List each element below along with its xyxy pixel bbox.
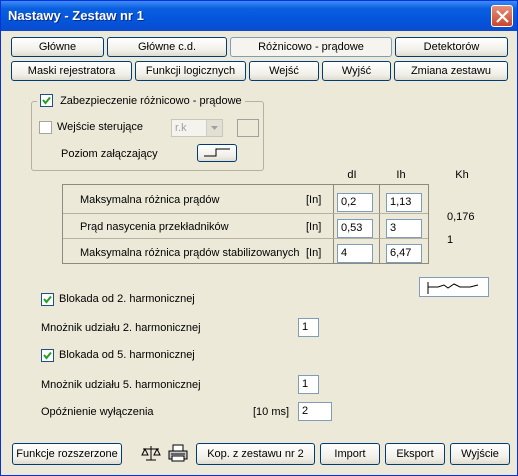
kh-value: 0,176 (447, 211, 475, 223)
h5-block-label: Blokada od 5. harmonicznej (59, 349, 195, 361)
activation-level-button[interactable] (197, 144, 237, 162)
table-divider (333, 184, 334, 264)
ih-input[interactable]: 1,13 (386, 193, 422, 212)
close-icon (496, 10, 509, 23)
param-label: Prąd nasycenia przekładników (80, 221, 229, 233)
row-separator (63, 238, 428, 239)
printer-icon (168, 444, 188, 462)
tab-maski-rejestratora[interactable]: Maski rejestratora (11, 61, 132, 81)
h2-block-label: Blokada od 2. harmonicznej (59, 293, 195, 305)
ih-input[interactable]: 3 (386, 219, 422, 238)
control-input-indicator (237, 119, 259, 137)
row-separator (63, 213, 428, 214)
characteristic-icon (427, 282, 479, 294)
tab-wyjsc[interactable]: Wyjść (322, 61, 391, 81)
param-label: Maksymalna różnica prądów stabilizowanyc… (80, 247, 300, 259)
ih-input[interactable]: 6,47 (386, 244, 422, 263)
tab-funkcji-logicznych[interactable]: Funkcji logicznych (135, 61, 246, 81)
h2-block-checkbox[interactable] (41, 293, 54, 306)
tab-zmiana-zestawu[interactable]: Zmiana zestawu (394, 61, 508, 81)
tab-roznicowo-pradowe[interactable]: Różnicowo - prądowe (230, 37, 392, 57)
header-kh: Kh (455, 169, 469, 181)
h5-multiplier-label: Mnożnik udziału 5. harmonicznej (41, 379, 201, 391)
settings-window: Nastawy - Zestaw nr 1 Główne Główne c.d.… (0, 0, 518, 476)
param-unit: [In] (306, 247, 322, 259)
title-bar[interactable]: Nastawy - Zestaw nr 1 (1, 1, 517, 31)
trip-delay-unit: [10 ms] (253, 406, 290, 418)
trip-delay-input[interactable]: 2 (298, 402, 332, 421)
scales-icon (141, 446, 161, 461)
control-input-value: r.k (175, 122, 187, 134)
di-input[interactable]: 4 (337, 244, 373, 263)
h5-multiplier-input[interactable]: 1 (298, 375, 319, 394)
close-button[interactable] (491, 5, 513, 27)
header-di: dI (347, 169, 357, 181)
characteristic-graph[interactable] (419, 277, 489, 297)
tab-wejsc[interactable]: Wejść (249, 61, 319, 81)
extended-functions-button[interactable]: Funkcje rozszerzone (12, 443, 122, 465)
param-unit: [In] (306, 194, 322, 206)
h2-multiplier-label: Mnożnik udziału 2. harmonicznej (41, 322, 201, 334)
balance-button[interactable] (141, 444, 161, 464)
chevron-down-icon (211, 126, 218, 130)
window-title: Nastawy - Zestaw nr 1 (8, 8, 144, 23)
check-icon (43, 351, 52, 360)
table-divider (379, 184, 380, 264)
copy-from-set-button[interactable]: Kop. z zestawu nr 2 (196, 443, 315, 465)
header-ih: Ih (396, 169, 406, 181)
check-icon (42, 96, 51, 105)
print-button[interactable] (168, 444, 188, 464)
tab-glowne-cd[interactable]: Główne c.d. (107, 37, 227, 57)
protection-label: Zabezpieczenie różnicowo - prądowe (60, 94, 242, 107)
rising-edge-icon (204, 148, 230, 157)
kh-value: 1 (447, 234, 454, 246)
protection-legend: Zabezpieczenie różnicowo - prądowe (37, 94, 245, 108)
tab-glowne[interactable]: Główne (11, 37, 104, 57)
control-input-combo[interactable]: r.k (171, 119, 223, 137)
exit-button[interactable]: Wyjście (450, 443, 510, 465)
param-label: Maksymalna różnica prądów (80, 194, 220, 206)
control-input-label: Wejście sterujące (57, 121, 143, 133)
di-input[interactable]: 0,53 (337, 219, 373, 238)
h5-block-checkbox[interactable] (41, 349, 54, 362)
protection-checkbox[interactable] (40, 94, 53, 107)
di-input[interactable]: 0,2 (337, 193, 373, 212)
check-icon (43, 295, 52, 304)
export-button[interactable]: Eksport (385, 443, 445, 465)
activation-level-label: Poziom załączający (61, 148, 158, 160)
control-input-checkbox[interactable] (39, 121, 52, 134)
tab-detektorow[interactable]: Detektorów (395, 37, 508, 57)
trip-delay-label: Opóźnienie wyłączenia (41, 406, 154, 418)
param-unit: [In] (306, 221, 322, 233)
import-button[interactable]: Import (320, 443, 380, 465)
h2-multiplier-input[interactable]: 1 (298, 318, 319, 337)
dropdown-arrow[interactable] (206, 120, 222, 136)
